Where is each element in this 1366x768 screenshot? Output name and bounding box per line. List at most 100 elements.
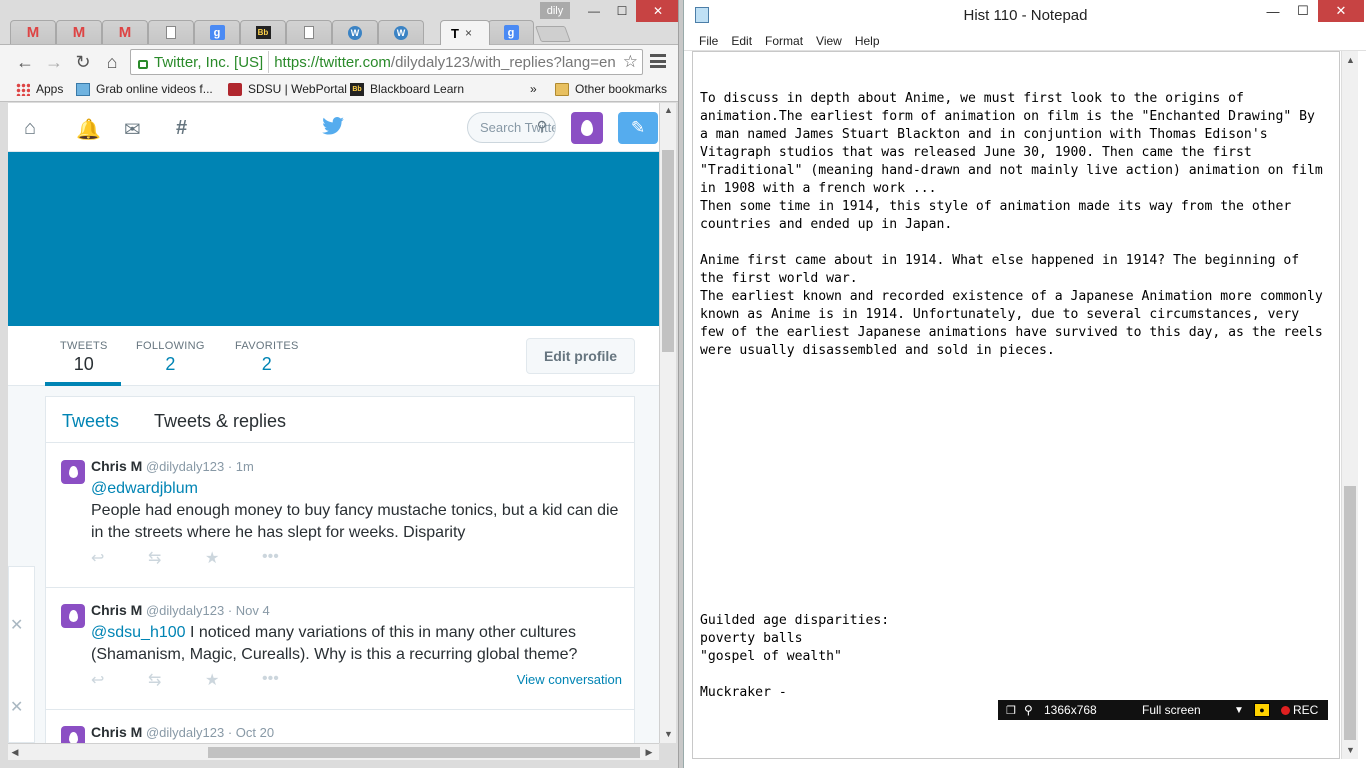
- page-horizontal-scrollbar[interactable]: ◀ ▶: [8, 743, 659, 760]
- chrome-menu-icon[interactable]: [650, 54, 666, 68]
- tweet-mention[interactable]: @edwardjblum: [91, 480, 198, 497]
- maximize-button[interactable]: ☐: [606, 0, 638, 22]
- ev-certificate-badge[interactable]: Twitter, Inc. [US]: [134, 51, 270, 73]
- tweet-handle[interactable]: @dilydaly123: [146, 725, 224, 740]
- home-icon[interactable]: ⌂: [24, 117, 36, 140]
- tweet-author-name[interactable]: Chris M: [91, 724, 142, 740]
- reply-icon[interactable]: ↩: [91, 670, 148, 690]
- stat-tweets[interactable]: TWEETS 10: [60, 340, 108, 375]
- profile-badge[interactable]: dily: [540, 2, 570, 19]
- tweet-time[interactable]: 1m: [236, 459, 254, 474]
- tweet-time[interactable]: Nov 4: [236, 603, 270, 618]
- scroll-up-arrow-icon[interactable]: ▲: [1342, 55, 1359, 65]
- bookmark-star-icon[interactable]: ☆: [623, 52, 638, 72]
- favorite-star-icon[interactable]: ★: [205, 548, 262, 568]
- bookmark-grab-videos[interactable]: Grab online videos f...: [76, 82, 213, 96]
- tab-wordpress-2[interactable]: W: [378, 20, 424, 44]
- tab-gmail-3[interactable]: M: [102, 20, 148, 44]
- menu-edit[interactable]: Edit: [731, 34, 752, 48]
- scrollbar-thumb[interactable]: [662, 150, 674, 352]
- dismiss-x-icon[interactable]: ✕: [10, 697, 23, 717]
- close-button[interactable]: ✕: [636, 0, 678, 22]
- tweet-avatar[interactable]: [61, 726, 85, 743]
- view-conversation-link[interactable]: View conversation: [517, 672, 622, 687]
- notepad-content[interactable]: To discuss in depth about Anime, we must…: [700, 90, 1335, 758]
- discover-hashtag-icon[interactable]: #: [176, 117, 187, 140]
- menu-format[interactable]: Format: [765, 34, 803, 48]
- tab-tweets-and-replies[interactable]: Tweets & replies: [154, 411, 286, 432]
- reload-icon[interactable]: ↻: [72, 51, 94, 73]
- tweet-item[interactable]: Chris M @dilydaly123 · Nov 4 @sdsu_h100 …: [46, 588, 634, 710]
- messages-envelope-icon[interactable]: ✉: [124, 117, 141, 142]
- bookmark-sdsu-webportal[interactable]: SDSU | WebPortal: [228, 82, 347, 96]
- scroll-right-arrow-icon[interactable]: ▶: [644, 747, 654, 758]
- dismiss-x-icon[interactable]: ✕: [10, 615, 23, 635]
- stat-following[interactable]: FOLLOWING 2: [136, 340, 205, 375]
- scroll-down-arrow-icon[interactable]: ▼: [1342, 745, 1359, 755]
- home-icon[interactable]: ⌂: [101, 51, 123, 73]
- tab-wordpress-1[interactable]: W: [332, 20, 378, 44]
- menu-file[interactable]: File: [699, 34, 718, 48]
- reply-icon[interactable]: ↩: [91, 548, 148, 568]
- forward-arrow-icon[interactable]: →: [43, 51, 65, 73]
- tweet-handle[interactable]: @dilydaly123: [146, 603, 224, 618]
- bookmarks-overflow-button[interactable]: »: [530, 82, 537, 96]
- tweet-item[interactable]: Chris M @dilydaly123 · Oct 20: [46, 710, 634, 743]
- tab-gmail-1[interactable]: M: [10, 20, 56, 44]
- scroll-left-arrow-icon[interactable]: ◀: [10, 747, 20, 758]
- record-button-label[interactable]: REC: [1293, 703, 1318, 717]
- more-options-icon[interactable]: •••: [262, 548, 319, 568]
- maximize-button[interactable]: ☐: [1288, 0, 1318, 22]
- scroll-down-arrow-icon[interactable]: ▼: [660, 729, 677, 739]
- menu-help[interactable]: Help: [855, 34, 880, 48]
- tweet-item[interactable]: Chris M @dilydaly123 · 1m @edwardjblum P…: [46, 444, 634, 588]
- retweet-icon[interactable]: ⇆: [148, 548, 205, 568]
- tweet-avatar[interactable]: [61, 604, 85, 628]
- tweet-mention[interactable]: @sdsu_h100: [91, 624, 186, 641]
- notepad-vertical-scrollbar[interactable]: ▲ ▼: [1341, 51, 1358, 759]
- camera-icon[interactable]: ●: [1254, 703, 1270, 717]
- edit-profile-button[interactable]: Edit profile: [526, 338, 635, 374]
- new-tab-button[interactable]: [535, 26, 571, 42]
- scrollbar-thumb[interactable]: [208, 747, 640, 758]
- tab-blackboard[interactable]: Bb: [240, 20, 286, 44]
- tweet-author-name[interactable]: Chris M: [91, 458, 142, 474]
- avatar[interactable]: [571, 112, 603, 144]
- tab-google-2[interactable]: g: [488, 20, 534, 44]
- notepad-text-area[interactable]: To discuss in depth about Anime, we must…: [692, 51, 1340, 759]
- mode-dropdown-icon[interactable]: ▼: [1234, 705, 1244, 716]
- search-input[interactable]: Search Twitter ⚲: [467, 112, 556, 143]
- address-bar[interactable]: Twitter, Inc. [US] https://twitter.com/d…: [130, 49, 643, 75]
- tab-twitter-active[interactable]: T ×: [440, 20, 490, 45]
- zoom-magnifier-icon[interactable]: ⚲: [1024, 703, 1033, 717]
- tab-google-1[interactable]: g: [194, 20, 240, 44]
- tweet-avatar[interactable]: [61, 460, 85, 484]
- back-arrow-icon[interactable]: ←: [14, 51, 36, 73]
- minimize-button[interactable]: —: [1258, 0, 1288, 22]
- favorite-star-icon[interactable]: ★: [205, 670, 262, 690]
- bookmark-blackboard[interactable]: Bb Blackboard Learn: [350, 82, 464, 96]
- retweet-icon[interactable]: ⇆: [148, 670, 205, 690]
- recorder-mode[interactable]: Full screen: [1142, 703, 1201, 717]
- search-icon[interactable]: ⚲: [537, 118, 547, 135]
- bookmark-apps[interactable]: Apps: [16, 82, 63, 96]
- tab-close-icon[interactable]: ×: [465, 26, 472, 40]
- tab-document-1[interactable]: [148, 20, 194, 44]
- close-button[interactable]: ✕: [1318, 0, 1364, 22]
- tweet-handle[interactable]: @dilydaly123: [146, 459, 224, 474]
- more-options-icon[interactable]: •••: [262, 670, 319, 690]
- tweet-author-name[interactable]: Chris M: [91, 602, 142, 618]
- other-bookmarks[interactable]: Other bookmarks: [555, 82, 667, 96]
- menu-view[interactable]: View: [816, 34, 842, 48]
- tab-gmail-2[interactable]: M: [56, 20, 102, 44]
- stat-favorites[interactable]: FAVORITES 2: [235, 340, 299, 375]
- page-vertical-scrollbar[interactable]: ▲ ▼: [659, 103, 676, 743]
- compose-tweet-button[interactable]: ✎: [618, 112, 658, 144]
- tab-tweets[interactable]: Tweets: [62, 411, 119, 432]
- tab-document-2[interactable]: [286, 20, 332, 44]
- scrollbar-thumb[interactable]: [1344, 486, 1356, 740]
- region-icon[interactable]: ❐: [1006, 704, 1016, 717]
- notifications-bell-icon[interactable]: 🔔: [76, 117, 101, 142]
- scroll-up-arrow-icon[interactable]: ▲: [660, 105, 677, 115]
- tweet-time[interactable]: Oct 20: [236, 725, 274, 740]
